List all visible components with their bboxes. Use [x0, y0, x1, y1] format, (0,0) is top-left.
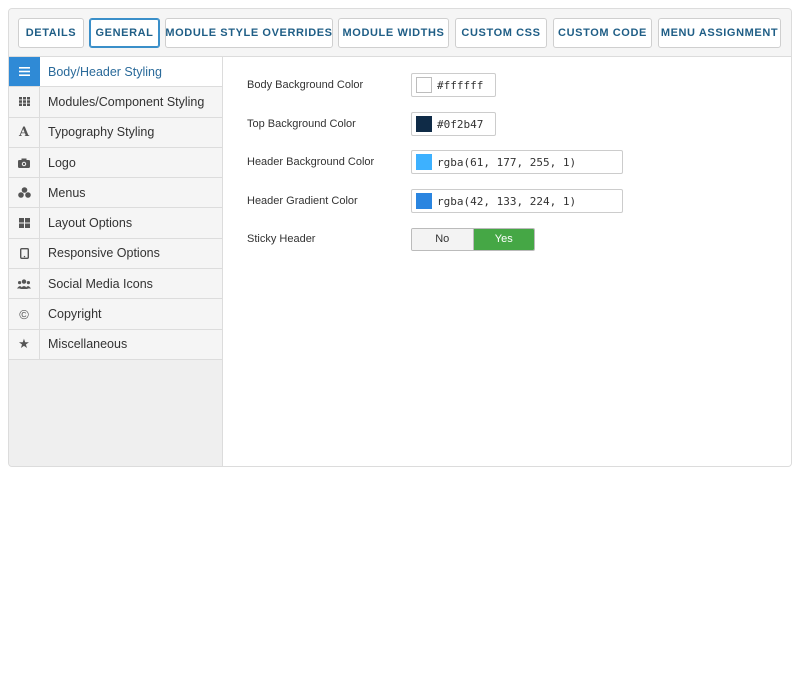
sidebar-item-typography-styling[interactable]: A Typography Styling [9, 117, 222, 148]
sticky-header-yes-button[interactable]: Yes [473, 228, 534, 250]
camera-icon [9, 147, 40, 178]
sidebar: Body/Header Styling Modules/Component St… [9, 57, 223, 466]
grid-icon [9, 87, 40, 117]
tab-custom-css[interactable]: Custom CSS [455, 18, 547, 48]
header-gradient-color-row: Header Gradient Color rgba(42, 133, 224,… [247, 189, 623, 213]
tab-bar: Details General Module Style Overrides M… [9, 9, 791, 57]
sidebar-item-layout-options[interactable]: Layout Options [9, 208, 222, 239]
body-background-color-value: #ffffff [437, 78, 484, 92]
header-background-color-label: Header Background Color [247, 156, 375, 168]
tab-general[interactable]: General [89, 18, 160, 48]
sidebar-item-label: Miscellaneous [48, 337, 128, 352]
header-background-color-value: rgba(61, 177, 255, 1) [437, 155, 577, 169]
hamburger-icon [9, 57, 40, 87]
layout-icon [9, 208, 40, 238]
users-icon [9, 269, 40, 299]
body-background-color-row: Body Background Color #ffffff [247, 73, 496, 97]
body-background-color-field[interactable]: #ffffff [411, 73, 496, 97]
top-background-color-value: #0f2b47 [437, 117, 484, 131]
sidebar-item-responsive-options[interactable]: Responsive Options [9, 238, 222, 270]
tab-menu-assignment[interactable]: Menu Assignment [658, 18, 781, 48]
sticky-header-label: Sticky Header [247, 233, 316, 245]
tab-module-style-overrides[interactable]: Module Style Overrides [165, 18, 333, 48]
top-background-color-field[interactable]: #0f2b47 [411, 112, 496, 136]
sidebar-item-label: Menus [48, 185, 86, 200]
sidebar-item-label: Social Media Icons [48, 276, 153, 291]
font-icon: A [9, 117, 40, 147]
header-gradient-swatch[interactable] [416, 193, 432, 209]
body-background-color-label: Body Background Color [247, 79, 364, 91]
tab-module-widths[interactable]: Module Widths [338, 18, 449, 48]
sidebar-item-label: Modules/Component Styling [48, 94, 205, 109]
header-background-color-field[interactable]: rgba(61, 177, 255, 1) [411, 150, 623, 174]
sidebar-item-menus[interactable]: Menus [9, 178, 222, 209]
header-gradient-color-field[interactable]: rgba(42, 133, 224, 1) [411, 189, 623, 213]
cubes-icon [9, 178, 40, 208]
sidebar-item-label: Typography Styling [48, 125, 155, 140]
tab-custom-code[interactable]: Custom Code [553, 18, 652, 48]
sidebar-item-body-header-styling[interactable]: Body/Header Styling [9, 57, 222, 88]
sticky-header-toggle[interactable]: No Yes [411, 227, 535, 251]
body-background-swatch[interactable] [416, 77, 432, 93]
sticky-header-no-button[interactable]: No [412, 228, 474, 250]
star-icon: ★ [9, 329, 40, 359]
sidebar-item-miscellaneous[interactable]: ★ Miscellaneous [9, 329, 222, 360]
sidebar-item-copyright[interactable]: © Copyright [9, 299, 222, 330]
sidebar-item-label: Body/Header Styling [48, 64, 162, 79]
settings-panel: Details General Module Style Overrides M… [8, 8, 792, 467]
tablet-icon [9, 238, 40, 269]
top-background-color-label: Top Background Color [247, 118, 356, 130]
settings-content: Body Background Color #ffffff Top Backgr… [223, 57, 791, 466]
sticky-header-row: Sticky Header No Yes [247, 227, 535, 251]
sidebar-item-label: Copyright [48, 307, 102, 322]
top-background-swatch[interactable] [416, 116, 432, 132]
sidebar-item-label: Responsive Options [48, 246, 160, 261]
sidebar-item-modules-component-styling[interactable]: Modules/Component Styling [9, 87, 222, 118]
sidebar-item-label: Logo [48, 155, 76, 170]
header-background-color-row: Header Background Color rgba(61, 177, 25… [247, 150, 623, 174]
header-background-swatch[interactable] [416, 154, 432, 170]
sidebar-item-logo[interactable]: Logo [9, 147, 222, 179]
top-background-color-row: Top Background Color #0f2b47 [247, 112, 496, 136]
header-gradient-color-value: rgba(42, 133, 224, 1) [437, 194, 577, 208]
sidebar-item-social-media-icons[interactable]: Social Media Icons [9, 269, 222, 300]
header-gradient-color-label: Header Gradient Color [247, 195, 358, 207]
copyright-icon: © [9, 299, 40, 329]
sidebar-item-label: Layout Options [48, 216, 133, 231]
tab-details[interactable]: Details [18, 18, 84, 48]
